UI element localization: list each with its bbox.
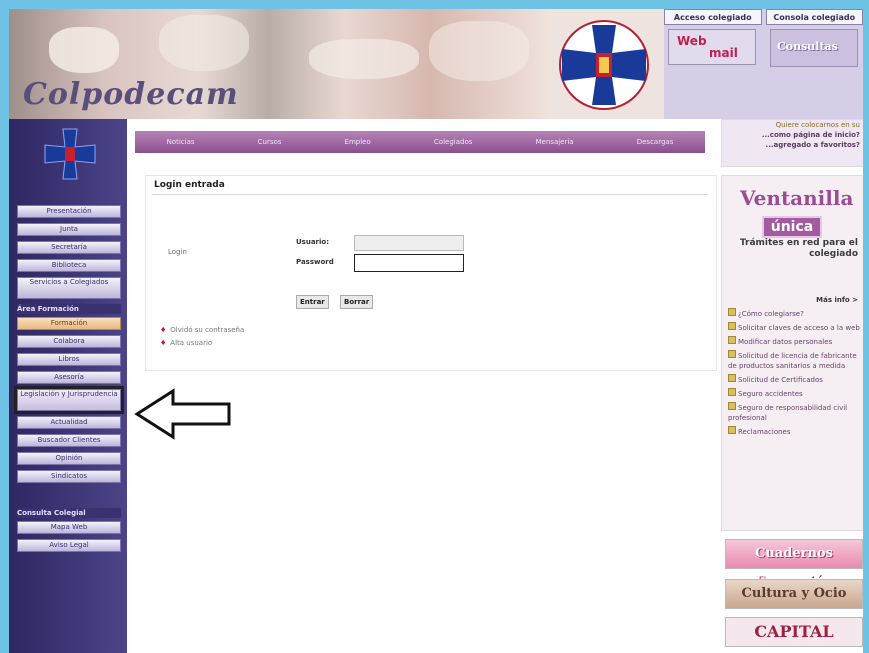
access-tabs: Acceso colegiado Consola colegiado [664,9,863,25]
sidebar-item-biblioteca[interactable]: Biblioteca [17,259,121,272]
webmail-label-2: mail [709,46,738,60]
folder-icon [728,308,736,316]
menu-item-colegiados[interactable]: Colegiados [434,138,472,146]
list-item[interactable]: ¿Cómo colegiarse? [728,308,862,319]
cuadernos-formacion-banner[interactable]: Cuadernos Formación [725,539,863,589]
register-link[interactable]: Alta usuario [170,339,212,347]
ventanilla-list: ¿Cómo colegiarse? Solicitar claves de ac… [728,308,862,440]
cultura-ocio-banner[interactable]: Cultura y Ocio [725,579,863,609]
list-item-label: Solicitar claves de acceso a la web [738,324,860,332]
folder-icon [728,388,736,396]
header-banner-image: Colpodecam [9,9,549,119]
menu-item-descargas[interactable]: Descargas [637,138,674,146]
menu-item-empleo[interactable]: Empleo [345,138,371,146]
list-item-label: Reclamaciones [738,428,791,436]
folder-icon [728,350,736,358]
ventanilla-badge: única [762,216,822,238]
sidebar-item-libros[interactable]: Libros [17,353,121,366]
ventanilla-caption: Trámites en red para el colegiado [739,238,858,259]
register-row[interactable]: ♦ Alta usuario [160,339,212,347]
ventanilla-title: Ventanilla [740,186,854,210]
list-item-label: Seguro de responsabilidad civil profesio… [728,404,848,422]
list-item-label: Solicitud de licencia de fabricante de p… [728,352,857,370]
bookmark-line-1: Quiere colocarnos en su [775,121,860,129]
webmail-button[interactable]: Web mail [668,29,756,65]
login-title: Login entrada [154,180,225,190]
folder-icon [728,426,736,434]
college-crest-icon [559,20,649,110]
list-item-label: Solicitud de Certificados [738,376,823,384]
list-item-label: ¿Cómo colegiarse? [738,310,804,318]
forgot-password-link[interactable]: Olvidó su contraseña [170,326,244,334]
sidebar-item-presentacion[interactable]: Presentación [17,205,121,218]
top-menu-bar: Noticias Cursos Empleo Colegiados Mensaj… [135,131,705,153]
sidebar-crest-icon [44,128,96,180]
sidebar-item-actualidad[interactable]: Actualidad [17,416,121,429]
list-item[interactable]: Reclamaciones [728,426,862,437]
bookmark-line-2[interactable]: ...como página de inicio? [722,130,863,140]
username-input[interactable] [354,235,464,251]
menu-item-cursos[interactable]: Cursos [258,138,282,146]
access-colegiado-link[interactable]: Acceso colegiado [664,9,762,25]
page-frame: Colpodecam Acceso colegiado Consola cole… [9,9,863,653]
list-item[interactable]: Solicitar claves de acceso a la web [728,322,862,333]
access-panel: Acceso colegiado Consola colegiado Web m… [664,9,863,119]
sidebar-section-heading: Área Formación [17,304,121,314]
list-item[interactable]: Solicitud de Certificados [728,374,862,385]
consultas-label: Consultas [777,40,838,53]
sidebar-section-heading-2: Consulta Colegial [17,508,121,518]
sidebar-item-mapa-web[interactable]: Mapa Web [17,521,121,534]
webmail-label: Web [677,34,707,48]
login-reset-button[interactable]: Borrar [340,295,374,309]
left-sidebar: Presentación Junta Secretaría Biblioteca… [9,119,127,653]
consola-colegiado-link[interactable]: Consola colegiado [765,9,863,25]
sidebar-item-aviso-legal[interactable]: Aviso Legal [17,539,121,552]
menu-item-mensajeria[interactable]: Mensajería [536,138,574,146]
list-item[interactable]: Solicitud de licencia de fabricante de p… [728,350,862,371]
sidebar-nav: Presentación Junta Secretaría Biblioteca… [14,205,124,557]
consultas-button[interactable]: Consultas [770,29,858,67]
sidebar-item-formacion[interactable]: Formación [17,317,121,330]
forgot-password-row[interactable]: ♦ Olvidó su contraseña [160,326,244,334]
list-item[interactable]: Seguro de responsabilidad civil profesio… [728,402,862,423]
sidebar-item-servicios[interactable]: Servicios a Colegiados [17,277,121,299]
password-input[interactable] [354,254,464,272]
site-logo-text[interactable]: Colpodecam [23,77,239,112]
sidebar-item-buscador[interactable]: Buscador Clientes [17,434,121,447]
bookmark-line-3[interactable]: ...agregado a favoritos? [722,140,863,150]
list-item[interactable]: Seguro accidentes [728,388,862,399]
site-header: Colpodecam Acceso colegiado Consola cole… [9,9,863,119]
bookmark-promo[interactable]: Quiere colocarnos en su ...como página d… [721,119,863,167]
bullet-icon: ♦ [160,326,167,334]
sidebar-item-legislacion[interactable]: Legislación y Jurisprudencia [14,386,124,414]
sidebar-item-asesoria[interactable]: Asesoría [17,371,121,384]
ventanilla-unica-panel: Ventanilla única Trámites en red para el… [721,175,863,531]
menu-item-noticias[interactable]: Noticias [167,138,195,146]
folder-icon [728,322,736,330]
sidebar-item-opinion[interactable]: Opinión [17,452,121,465]
folder-icon [728,336,736,344]
folder-icon [728,374,736,382]
list-item-label: Seguro accidentes [738,390,803,398]
folder-icon [728,402,736,410]
login-divider [152,194,708,195]
password-label: Password [296,258,334,266]
login-side-label: Login [168,248,187,256]
username-label: Usuario: [296,238,330,246]
ventanilla-more-link[interactable]: Más info > [728,296,858,304]
bullet-icon: ♦ [160,339,167,347]
sidebar-item-secretaria[interactable]: Secretaría [17,241,121,254]
sidebar-item-colabora[interactable]: Colabora [17,335,121,348]
capital-dental-banner[interactable]: CAPITAL DENTAL [725,617,863,653]
login-panel: Login entrada Login Usuario: Password En… [145,175,717,371]
login-submit-button[interactable]: Entrar [296,295,329,309]
sidebar-item-sindicatos[interactable]: Sindicatos [17,470,121,483]
sidebar-item-junta[interactable]: Junta [17,223,121,236]
left-arrow-icon [134,388,231,440]
list-item-label: Modificar datos personales [738,338,833,346]
list-item[interactable]: Modificar datos personales [728,336,862,347]
